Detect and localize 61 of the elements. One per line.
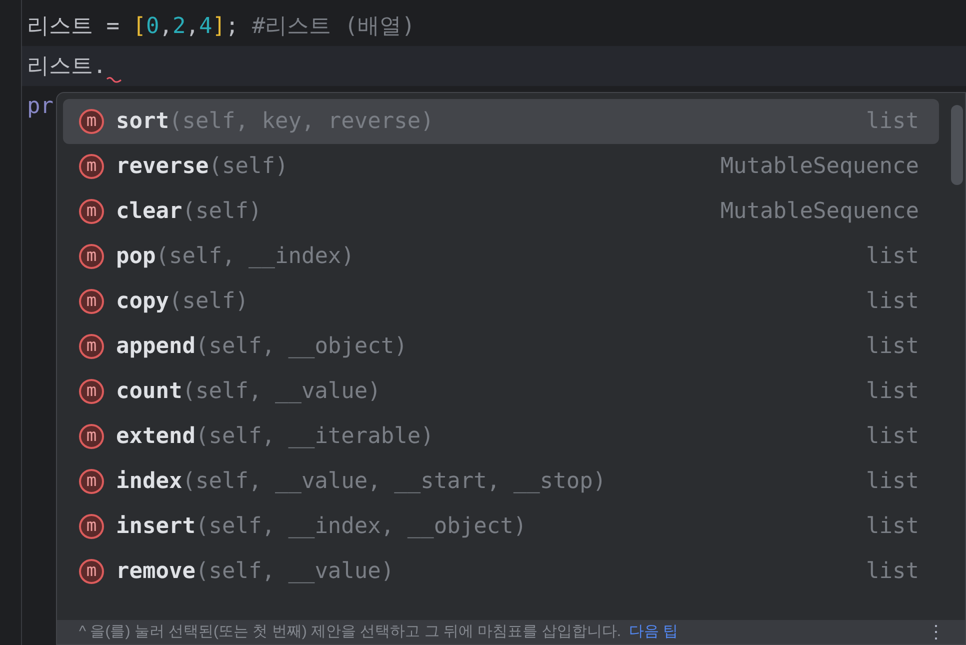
method-icon: m: [79, 424, 104, 449]
method-parameters: (self, __index): [156, 243, 354, 271]
method-icon: m: [79, 109, 104, 134]
method-icon: m: [79, 289, 104, 314]
method-name: append: [116, 333, 196, 361]
method-parameters: (self, __value, __start, __stop): [182, 468, 606, 496]
completion-item[interactable]: m reverse(self) MutableSequence: [63, 144, 939, 189]
completion-item[interactable]: m extend(self, __iterable) list: [63, 414, 939, 459]
completion-item[interactable]: m count(self, __value) list: [63, 369, 939, 414]
method-name: pop: [116, 243, 156, 271]
return-type: list: [866, 558, 919, 586]
return-type: list: [866, 513, 919, 541]
method-name: remove: [116, 558, 196, 586]
more-menu-button[interactable]: ⋮: [927, 623, 945, 641]
return-type: list: [866, 243, 919, 271]
method-parameters: (self, __index, __object): [195, 513, 527, 541]
method-parameters: (self, __value): [182, 378, 381, 406]
completion-item[interactable]: m copy(self) list: [63, 279, 939, 324]
method-parameters: (self, __object): [195, 333, 408, 361]
method-name: sort: [116, 108, 169, 136]
method-icon: m: [79, 244, 104, 269]
return-type: MutableSequence: [720, 153, 919, 181]
method-name: extend: [116, 423, 196, 451]
method-icon: m: [79, 514, 104, 539]
completion-item[interactable]: m remove(self, __value) list: [63, 549, 939, 594]
return-type: list: [866, 378, 919, 406]
method-parameters: (self): [168, 288, 248, 316]
code-line: 리스트 = [0,2,4]; #리스트 (배열): [27, 12, 415, 40]
method-icon: m: [79, 559, 104, 584]
scrollbar-thumb[interactable]: [951, 105, 963, 185]
code-line: pr: [27, 92, 54, 120]
return-type: list: [866, 288, 919, 316]
method-parameters: (self, __value): [195, 558, 394, 586]
method-name: count: [116, 378, 182, 406]
completion-item[interactable]: m sort(self, key, reverse) list: [63, 99, 939, 144]
method-parameters: (self): [182, 198, 262, 226]
return-type: list: [866, 423, 919, 451]
hint-text: ^ 을(를) 눌러 선택된(또는 첫 번째) 제안을 선택하고 그 뒤에 마침표를 삽입합니다.: [79, 622, 622, 642]
method-icon: m: [79, 469, 104, 494]
method-parameters: (self, key, reverse): [168, 108, 434, 136]
method-name: copy: [116, 288, 169, 316]
method-icon: m: [79, 334, 104, 359]
completion-item[interactable]: m append(self, __object) list: [63, 324, 939, 369]
method-name: insert: [116, 513, 196, 541]
method-icon: m: [79, 199, 104, 224]
completion-item[interactable]: m index(self, __value, __start, __stop) list: [63, 459, 939, 504]
completion-item[interactable]: m clear(self) MutableSequence: [63, 189, 939, 234]
method-icon: m: [79, 379, 104, 404]
method-name: reverse: [116, 153, 209, 181]
method-name: index: [116, 468, 182, 496]
return-type: list: [866, 108, 919, 136]
return-type: MutableSequence: [720, 198, 919, 226]
completion-item[interactable]: m insert(self, __index, __object) list: [63, 504, 939, 549]
method-parameters: (self, __iterable): [195, 423, 434, 451]
method-name: clear: [116, 198, 182, 226]
completion-item[interactable]: m pop(self, __index) list: [63, 234, 939, 279]
method-parameters: (self): [208, 153, 288, 181]
code-line: 리스트.: [27, 52, 106, 80]
method-icon: m: [79, 154, 104, 179]
return-type: list: [866, 333, 919, 361]
return-type: list: [866, 468, 919, 496]
